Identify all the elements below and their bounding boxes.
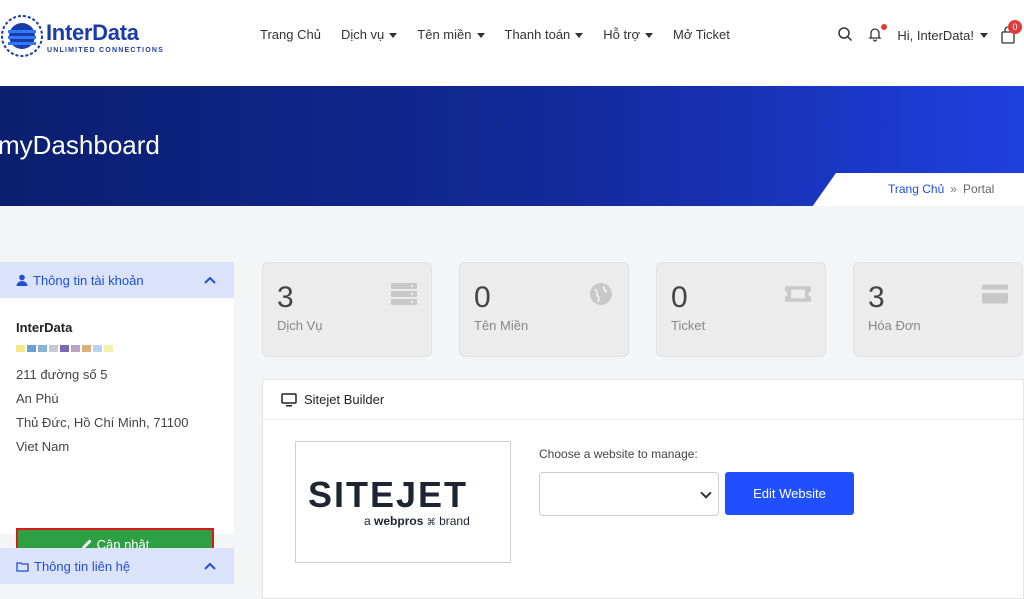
sitejet-logo-word: SITEJET xyxy=(308,474,469,515)
nav-item-services[interactable]: Dịch vụ xyxy=(331,26,407,44)
server-icon xyxy=(391,283,417,305)
cart-icon[interactable]: 0 xyxy=(1000,20,1022,44)
stat-label: Tên Miền xyxy=(474,318,529,333)
redacted-contact-info xyxy=(16,345,218,353)
brand-tagline: UNLIMITED CONNECTIONS xyxy=(47,47,164,54)
credit-card-icon xyxy=(982,284,1008,304)
breadcrumb-separator: » xyxy=(950,182,957,196)
contact-panel-header[interactable]: Thông tin liên hệ xyxy=(0,548,234,584)
globe-icon xyxy=(590,283,612,305)
breadcrumb-home-link[interactable]: Trang Chủ xyxy=(888,182,944,196)
nav-item-domains[interactable]: Tên miền xyxy=(407,26,494,44)
account-name: InterData xyxy=(16,320,73,335)
caret-down-icon xyxy=(389,32,398,38)
chevron-up-icon[interactable] xyxy=(204,562,216,570)
stat-card-domains[interactable]: 0 Tên Miền xyxy=(459,262,629,357)
contact-panel-title: Thông tin liên hệ xyxy=(34,558,131,574)
page-title: myDashboard xyxy=(0,130,160,160)
nav-item-support[interactable]: Hỗ trợ xyxy=(593,26,663,44)
stat-value: 3 xyxy=(868,281,885,314)
user-menu[interactable]: Hi, InterData! xyxy=(897,28,988,43)
header-tools: Hi, InterData! 0 xyxy=(837,20,1024,46)
address-line-4: Viet Nam xyxy=(16,439,70,454)
caret-down-icon xyxy=(575,32,584,38)
breadcrumb: Trang Chủ » Portal xyxy=(888,182,994,196)
account-panel-header[interactable]: Thông tin tài khoản xyxy=(0,262,234,298)
stat-value: 0 xyxy=(671,281,688,314)
stat-label: Hóa Đơn xyxy=(868,318,921,333)
choose-website-label: Choose a website to manage: xyxy=(539,447,698,461)
sitejet-logo-subtitle: a webpros ⌘ brand xyxy=(364,514,470,528)
account-panel-body: InterData 211 đường số 5 An Phú Thủ Đức,… xyxy=(0,298,234,560)
address-line-1: 211 đường số 5 xyxy=(16,367,108,382)
globe-logo-icon xyxy=(1,15,43,57)
account-sidebar: Thông tin tài khoản InterData 211 đường … xyxy=(0,262,234,584)
sitejet-logo: SITEJET a webpros ⌘ brand xyxy=(295,441,511,563)
webpros-mark-icon: ⌘ xyxy=(426,517,436,527)
sitejet-builder-panel: Sitejet Builder SITEJET a webpros ⌘ bran… xyxy=(262,379,1024,599)
chevron-down-icon xyxy=(700,487,712,499)
stat-card-tickets[interactable]: 0 Ticket xyxy=(656,262,826,357)
sitejet-panel-title: Sitejet Builder xyxy=(304,392,385,407)
breadcrumb-current: Portal xyxy=(962,182,995,196)
website-select[interactable] xyxy=(539,472,719,516)
edit-website-button[interactable]: Edit Website xyxy=(725,472,854,515)
address-line-2: An Phú xyxy=(16,391,59,406)
notification-dot xyxy=(881,24,888,30)
search-icon[interactable] xyxy=(837,26,855,44)
caret-down-icon xyxy=(476,32,485,38)
monitor-icon xyxy=(281,392,297,406)
caret-down-icon xyxy=(644,32,653,38)
account-panel-title: Thông tin tài khoản xyxy=(33,272,144,288)
sitejet-panel-header: Sitejet Builder xyxy=(263,380,1023,420)
address-line-3: Thủ Đức, Hồ Chí Minh, 71100 xyxy=(16,415,189,430)
top-navbar: InterData UNLIMITED CONNECTIONS Trang Ch… xyxy=(0,0,1024,86)
nav-item-home[interactable]: Trang Chủ xyxy=(250,26,331,44)
stat-value: 0 xyxy=(474,281,491,314)
cart-count-badge: 0 xyxy=(1008,20,1022,34)
brand-logo[interactable]: InterData UNLIMITED CONNECTIONS xyxy=(0,10,170,62)
main-nav: Trang Chủ Dịch vụ Tên miền Thanh toán Hỗ… xyxy=(250,26,740,44)
stat-label: Dịch Vụ xyxy=(277,318,323,333)
caret-down-icon xyxy=(980,32,988,38)
nav-item-billing[interactable]: Thanh toán xyxy=(495,26,594,44)
stat-card-services[interactable]: 3 Dịch Vụ xyxy=(262,262,432,357)
nav-item-open-ticket[interactable]: Mở Ticket xyxy=(663,26,740,44)
contact-panel: Thông tin liên hệ xyxy=(0,548,234,584)
stat-label: Ticket xyxy=(671,318,706,333)
folder-icon xyxy=(16,561,29,572)
hero-banner: myDashboard Trang Chủ » Portal xyxy=(0,86,1024,206)
stat-card-invoices[interactable]: 3 Hóa Đơn xyxy=(853,262,1023,357)
bell-icon[interactable] xyxy=(867,24,888,44)
stat-value: 3 xyxy=(277,281,294,314)
user-icon xyxy=(16,274,28,286)
chevron-up-icon[interactable] xyxy=(204,276,216,284)
ticket-icon xyxy=(785,286,811,302)
brand-name: InterData xyxy=(46,20,139,45)
